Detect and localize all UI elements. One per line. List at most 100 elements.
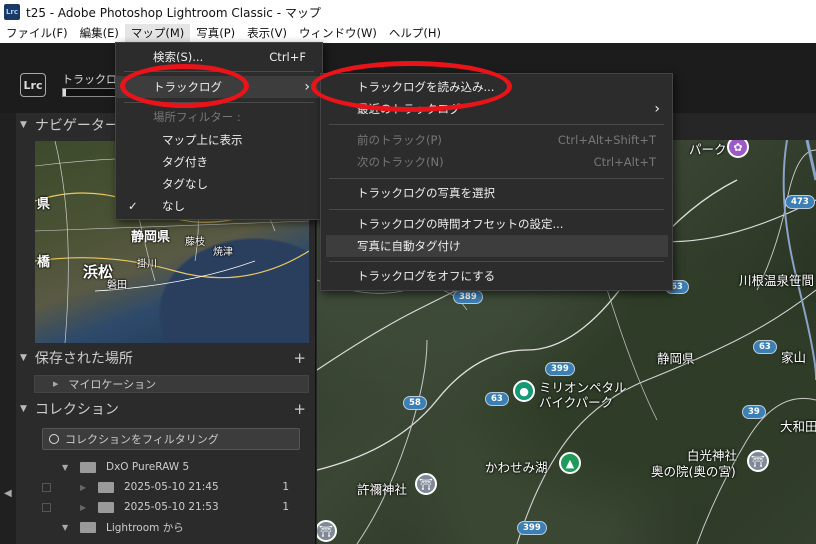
- map-place-label: 許禰神社: [357, 482, 408, 497]
- expand-triangle-icon: ▶: [80, 502, 87, 512]
- route-shield: 63: [485, 392, 509, 406]
- add-collection-icon[interactable]: +: [293, 400, 306, 418]
- menu-item-load-tracklog[interactable]: トラックログを読み込み...: [321, 76, 672, 98]
- submenu-arrow-icon: ›: [304, 79, 310, 95]
- route-shield: 39: [742, 405, 766, 419]
- expand-triangle-icon: ▶: [80, 482, 87, 492]
- collection-label: 2025-05-10 21:53: [124, 501, 219, 513]
- collection-item[interactable]: ▶ 2025-05-10 21:45 1: [34, 477, 309, 497]
- menu-separator: [124, 102, 314, 103]
- menu-view[interactable]: 表示(V): [241, 24, 293, 43]
- route-shield: 399: [517, 521, 547, 535]
- menu-separator: [329, 178, 664, 179]
- collection-checkbox[interactable]: [42, 482, 51, 492]
- menu-help[interactable]: ヘルプ(H): [383, 24, 447, 43]
- route-shield: 389: [453, 290, 483, 304]
- title-bar: Lrc t25 - Adobe Photoshop Lightroom Clas…: [0, 0, 816, 24]
- route-shield: 473: [785, 195, 815, 209]
- collection-count: 1: [282, 481, 289, 493]
- menu-item-next-track[interactable]: 次のトラック(N) Ctrl+Alt+T: [321, 151, 672, 173]
- menu-item-select-tracklog-photos[interactable]: トラックログの写真を選択: [321, 182, 672, 204]
- tracklog-submenu: トラックログを読み込み... 最近のトラックログ › 前のトラック(P) Ctr…: [320, 73, 673, 291]
- menu-file[interactable]: ファイル(F): [0, 24, 74, 43]
- collection-count: 1: [282, 501, 289, 513]
- map-place-label: 家山: [781, 350, 807, 365]
- menu-item-turn-off-tracklog[interactable]: トラックログをオフにする: [321, 265, 672, 287]
- menu-item-none[interactable]: ✓ なし: [116, 195, 322, 217]
- menu-separator: [329, 261, 664, 262]
- collection-item[interactable]: ▶ 2025-05-10 21:53 1: [34, 497, 309, 517]
- lightroom-app-icon: Lrc: [4, 4, 20, 20]
- search-icon: [49, 434, 59, 444]
- menu-photo[interactable]: 写真(P): [190, 24, 241, 43]
- menu-separator: [329, 124, 664, 125]
- menu-map[interactable]: マップ(M): [124, 24, 191, 43]
- collapse-triangle-icon[interactable]: ▼: [20, 120, 27, 130]
- menu-item-previous-track[interactable]: 前のトラック(P) Ctrl+Alt+Shift+T: [321, 129, 672, 151]
- collection-set[interactable]: ▼ DxO PureRAW 5: [34, 457, 309, 477]
- window-title: t25 - Adobe Photoshop Lightroom Classic …: [26, 5, 321, 20]
- route-shield: 63: [753, 340, 777, 354]
- menu-item-tagged[interactable]: タグ付き: [116, 151, 322, 173]
- checkmark-icon: ✓: [128, 199, 138, 213]
- map-place-label: かわせみ湖: [485, 460, 548, 475]
- map-place-label: パーク: [689, 142, 727, 157]
- menu-edit[interactable]: 編集(E): [74, 24, 125, 43]
- add-place-icon[interactable]: +: [293, 349, 306, 367]
- shrine-pin-icon[interactable]: ⛩: [747, 450, 769, 472]
- saved-place-label: マイロケーション: [68, 378, 157, 391]
- collections-title: コレクション: [34, 402, 119, 418]
- collapse-triangle-icon[interactable]: ▼: [62, 463, 68, 472]
- nav-label: 県: [37, 197, 51, 212]
- collection-filter-placeholder: コレクションをフィルタリング: [65, 433, 219, 446]
- collapse-triangle-icon[interactable]: ▼: [20, 404, 27, 414]
- menu-item-visible-on-map[interactable]: マップ上に表示: [116, 129, 322, 151]
- map-place-label: バイクパーク: [539, 395, 614, 410]
- menu-item-set-time-offset[interactable]: トラックログの時間オフセットの設定...: [321, 213, 672, 235]
- map-place-label: 川根温泉笹間: [739, 273, 815, 288]
- route-shield: 399: [545, 362, 575, 376]
- collapse-triangle-icon[interactable]: ▼: [62, 523, 68, 532]
- navigator-title: ナビゲーター: [34, 118, 119, 134]
- menu-separator: [329, 209, 664, 210]
- expand-triangle-icon[interactable]: ▶: [53, 380, 58, 388]
- map-place-label: 大和田: [780, 419, 816, 434]
- map-menu-dropdown: 検索(S)... Ctrl+F トラックログ › 場所フィルター : マップ上に…: [115, 42, 323, 220]
- nav-label: 磐田: [107, 280, 127, 291]
- collection-set-icon: [80, 461, 96, 473]
- collection-checkbox[interactable]: [42, 502, 51, 512]
- menu-separator: [124, 71, 314, 72]
- menu-item-search[interactable]: 検索(S)... Ctrl+F: [116, 46, 322, 68]
- nav-label: 掛川: [137, 259, 157, 270]
- nav-label: 焼津: [213, 247, 233, 258]
- saved-places-title: 保存された場所: [34, 351, 133, 367]
- left-panel-toggle[interactable]: ◀: [0, 113, 16, 544]
- menu-item-location-filter-label: 場所フィルター :: [153, 110, 241, 124]
- nav-label: 藤枝: [185, 237, 205, 248]
- map-place-label: 静岡県: [657, 351, 695, 366]
- collapse-left-icon[interactable]: ◀: [4, 488, 12, 499]
- collection-label: 2025-05-10 21:45: [124, 481, 219, 493]
- shrine-pin-icon[interactable]: ⛩: [415, 473, 437, 495]
- menu-item-untagged[interactable]: タグなし: [116, 173, 322, 195]
- submenu-arrow-icon: ›: [654, 101, 660, 117]
- collection-set-icon: [80, 521, 96, 533]
- menu-item-tracklog[interactable]: トラックログ ›: [116, 76, 322, 98]
- menu-item-recent-tracklogs[interactable]: 最近のトラックログ ›: [321, 98, 672, 120]
- menu-bar: ファイル(F) 編集(E) マップ(M) 写真(P) 表示(V) ウィンドウ(W…: [0, 24, 816, 43]
- collection-filter-input[interactable]: コレクションをフィルタリング: [42, 428, 300, 450]
- saved-place-my-location[interactable]: ▶ マイロケーション: [34, 375, 309, 393]
- collection-label: Lightroom から: [106, 521, 184, 534]
- collapse-triangle-icon[interactable]: ▼: [20, 353, 27, 363]
- activity-progress-bar: [62, 88, 122, 97]
- nature-pin-icon[interactable]: ▲: [559, 452, 581, 474]
- menu-item-auto-tag-photos[interactable]: 写真に自動タグ付け: [326, 235, 668, 257]
- location-pin-icon[interactable]: ●: [513, 380, 535, 402]
- nav-label: 橋: [37, 255, 51, 270]
- saved-places-header[interactable]: ▼ 保存された場所 +: [20, 347, 316, 369]
- nav-label: 静岡県: [131, 230, 171, 245]
- collection-set[interactable]: ▼ Lightroom から: [34, 517, 309, 537]
- collections-header[interactable]: ▼ コレクション +: [20, 398, 316, 420]
- lrc-badge: Lrc: [20, 73, 46, 97]
- menu-window[interactable]: ウィンドウ(W): [293, 24, 383, 43]
